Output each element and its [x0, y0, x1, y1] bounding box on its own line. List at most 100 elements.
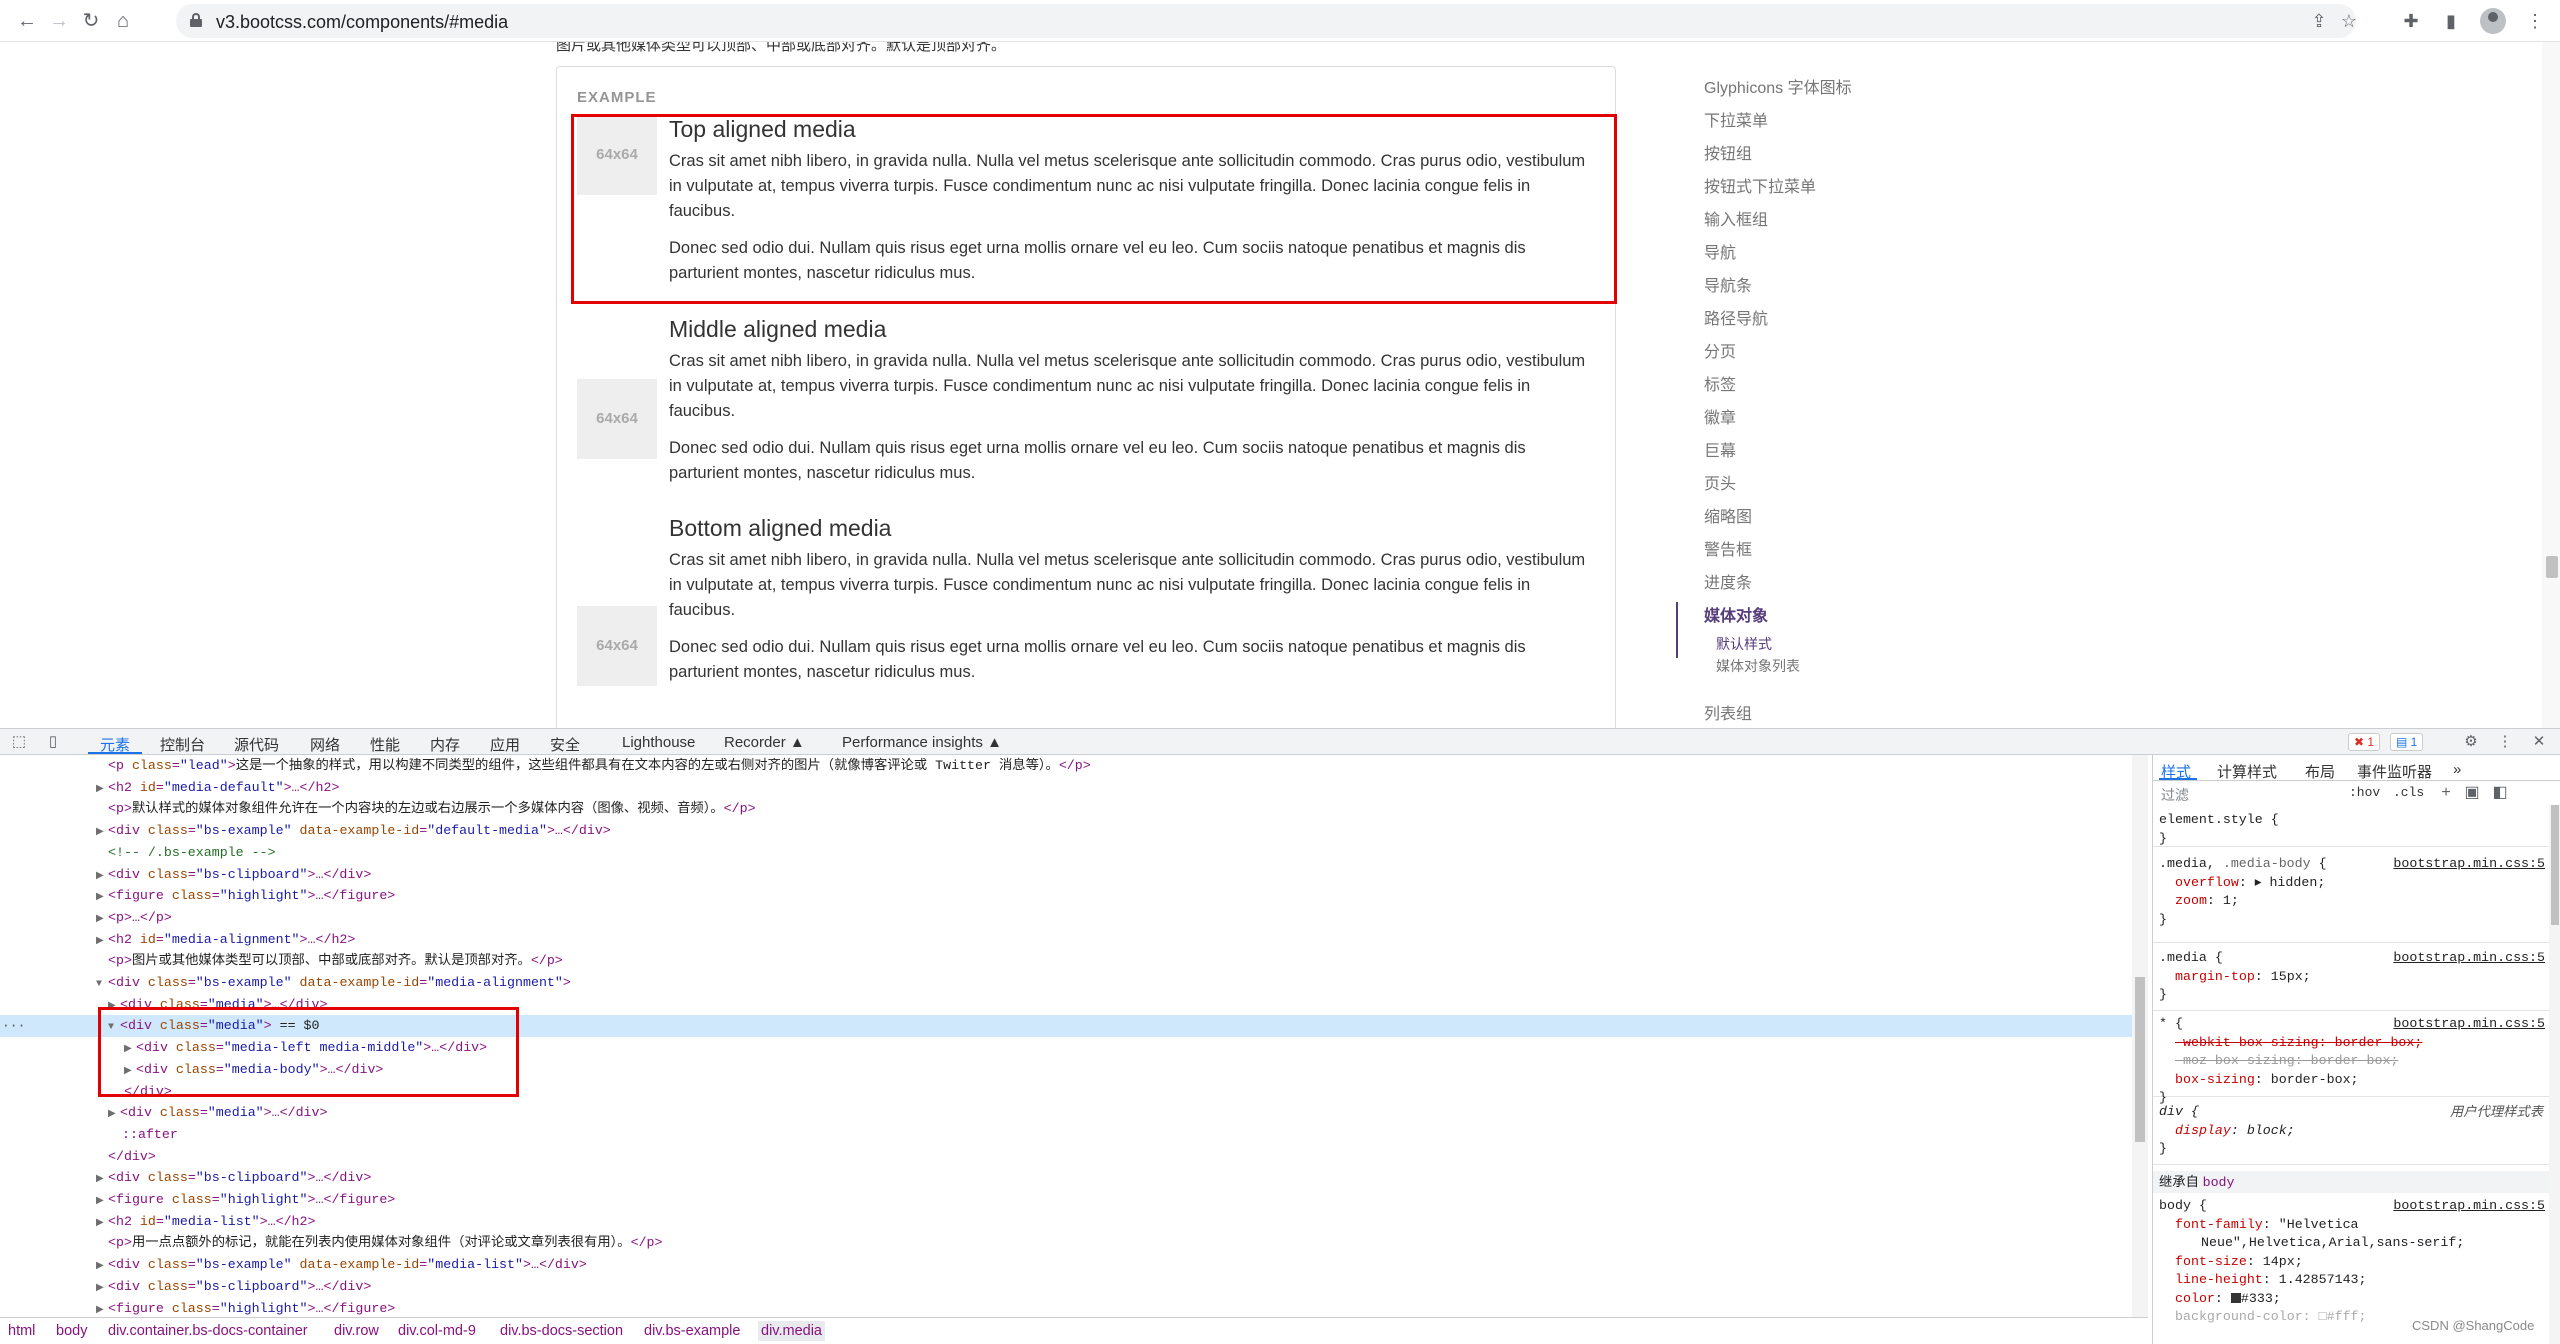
styles-scrollbar[interactable]: [2549, 805, 2560, 1344]
scrollbar-thumb[interactable]: [2546, 556, 2558, 578]
breadcrumb-item-selected[interactable]: div.media: [758, 1321, 825, 1341]
dom-line[interactable]: ▶ <figure class="highlight">…</figure>: [0, 1189, 2132, 1211]
sidebar-toggle-icon[interactable]: ◧: [2489, 781, 2511, 805]
sidenav-item[interactable]: 分页: [1704, 338, 1736, 362]
breadcrumb-item[interactable]: div.row: [334, 1323, 379, 1339]
tab-event-listeners[interactable]: 事件监听器: [2357, 761, 2432, 782]
sidenav-item[interactable]: 巨幕: [1704, 437, 1736, 461]
dom-line[interactable]: ▼ <div class="bs-example" data-example-id…: [0, 972, 2132, 994]
tab-security[interactable]: 安全: [550, 734, 580, 755]
star-icon[interactable]: ☆: [2334, 6, 2364, 36]
inspect-icon[interactable]: ⬚: [8, 731, 30, 753]
sidenav-item[interactable]: 按钮式下拉菜单: [1704, 173, 1816, 197]
dom-line[interactable]: <!-- /.bs-example -->: [0, 842, 2132, 864]
scrollbar-thumb[interactable]: [2135, 977, 2145, 1142]
url-text[interactable]: v3.bootcss.com/components/#media: [216, 12, 508, 33]
breadcrumb-item[interactable]: div.bs-example: [644, 1323, 740, 1339]
sidenav-item[interactable]: 按钮组: [1704, 140, 1752, 164]
dom-line[interactable]: ▶ <div class="bs-example" data-example-id…: [0, 820, 2132, 842]
back-icon[interactable]: ←: [12, 6, 42, 36]
sidenav-item[interactable]: 缩略图: [1704, 503, 1752, 527]
dom-line[interactable]: ▶ <figure class="highlight">…</figure>: [0, 885, 2132, 907]
inherited-element[interactable]: body: [2203, 1175, 2235, 1190]
sidenav-item[interactable]: Glyphicons 字体图标: [1704, 74, 1852, 98]
breadcrumb-item[interactable]: div.container.bs-docs-container: [108, 1323, 308, 1339]
tab-recorder[interactable]: Recorder ▲: [724, 734, 805, 751]
dom-line[interactable]: <p>默认样式的媒体对象组件允许在一个内容块的左边或右边展示一个多媒体内容（图像…: [0, 798, 2132, 820]
breadcrumb-item[interactable]: html: [8, 1323, 35, 1339]
dom-line[interactable]: <p class="lead">这是一个抽象的样式，用以构建不同类型的组件，这些…: [0, 755, 2132, 777]
sidenav-item[interactable]: 路径导航: [1704, 305, 1768, 329]
style-rule[interactable]: .media, .media-body {bootstrap.min.css:5…: [2153, 855, 2549, 943]
sidenav-subitem[interactable]: 默认样式: [1716, 634, 1772, 654]
page-scrollbar[interactable]: [2542, 42, 2560, 728]
share-icon[interactable]: ⇪: [2304, 6, 2334, 36]
device-toggle-icon[interactable]: ▯: [42, 731, 64, 753]
breadcrumb-item[interactable]: body: [56, 1323, 87, 1339]
message-count-badge[interactable]: ▤ 1: [2390, 733, 2424, 751]
style-rule[interactable]: * {bootstrap.min.css:5 -webkit-box-sizin…: [2153, 1015, 2549, 1105]
forward-icon[interactable]: →: [44, 6, 74, 36]
sidenav-item[interactable]: 进度条: [1704, 569, 1752, 593]
reload-icon[interactable]: ↻: [76, 6, 106, 36]
dom-line[interactable]: ▶ <div class="bs-example" data-example-id…: [0, 1254, 2132, 1276]
dom-line[interactable]: <p>用一点点额外的标记，就能在列表内使用媒体对象组件（对评论或文章列表很有用）…: [0, 1232, 2132, 1254]
tab-console[interactable]: 控制台: [160, 734, 205, 755]
dom-line[interactable]: <p>图片或其他媒体类型可以顶部、中部或底部对齐。默认是顶部对齐。</p>: [0, 950, 2132, 972]
more-options-icon[interactable]: ⋮: [2494, 731, 2516, 753]
sidenav-item[interactable]: 列表组: [1704, 700, 1752, 724]
tab-more[interactable]: »: [2453, 761, 2461, 778]
dom-line[interactable]: ::after: [0, 1124, 2132, 1146]
tab-performance[interactable]: 性能: [370, 734, 400, 755]
dom-line[interactable]: </div>: [0, 1146, 2132, 1168]
dom-line[interactable]: ▶ <figure class="highlight">…</figure>: [0, 1298, 2132, 1318]
more-dots-icon[interactable]: ···: [2, 1015, 25, 1037]
style-rule[interactable]: .media {bootstrap.min.css:5 margin-top: …: [2153, 949, 2549, 1011]
tab-sources[interactable]: 源代码: [234, 734, 279, 755]
sidenav-item[interactable]: 下拉菜单: [1704, 107, 1768, 131]
home-icon[interactable]: ⌂: [108, 6, 138, 36]
extensions-icon[interactable]: ✚: [2396, 6, 2426, 36]
sidenav-subitem[interactable]: 媒体对象列表: [1716, 656, 1800, 676]
sidenav-item[interactable]: 输入框组: [1704, 206, 1768, 230]
gear-icon[interactable]: ⚙: [2460, 731, 2482, 753]
sidenav-item-active[interactable]: 媒体对象: [1704, 602, 1768, 626]
sidenav-item[interactable]: 徽章: [1704, 404, 1736, 428]
error-count-badge[interactable]: ✖ 1: [2348, 733, 2381, 751]
dom-line[interactable]: ▶ <div class="bs-clipboard">…</div>: [0, 1167, 2132, 1189]
dom-line[interactable]: ▶ <h2 id="media-list">…</h2>: [0, 1211, 2132, 1233]
styles-filter-input[interactable]: 过滤: [2161, 785, 2189, 805]
dom-line[interactable]: ▶ <h2 id="media-alignment">…</h2>: [0, 929, 2132, 951]
dom-line[interactable]: ▶ <div class="bs-clipboard">…</div>: [0, 1276, 2132, 1298]
new-rule-icon[interactable]: +: [2435, 781, 2457, 805]
sidenav-item[interactable]: 页头: [1704, 470, 1736, 494]
address-bar[interactable]: v3.bootcss.com/components/#media ⇪ ☆: [176, 4, 2357, 38]
cls-toggle[interactable]: .cls: [2393, 785, 2424, 800]
sidenav-item[interactable]: 导航: [1704, 239, 1736, 263]
scrollbar-thumb[interactable]: [2551, 805, 2559, 925]
tab-lighthouse[interactable]: Lighthouse: [622, 734, 695, 751]
dom-line[interactable]: ▶ <h2 id="media-default">…</h2>: [0, 777, 2132, 799]
tab-layout[interactable]: 布局: [2305, 761, 2335, 782]
avatar[interactable]: [2480, 8, 2506, 34]
menu-icon[interactable]: ⋮: [2520, 6, 2550, 36]
tab-memory[interactable]: 内存: [430, 734, 460, 755]
close-icon[interactable]: ✕: [2528, 731, 2550, 753]
elements-scrollbar[interactable]: [2132, 755, 2148, 1317]
paint-icon[interactable]: ▣: [2461, 781, 2483, 805]
dom-line[interactable]: ▶ <div class="media">…</div>: [0, 1102, 2132, 1124]
sidenav-item[interactable]: 警告框: [1704, 536, 1752, 560]
sidepanel-icon[interactable]: ▮: [2436, 6, 2466, 36]
dom-line[interactable]: ▶ <div class="bs-clipboard">…</div>: [0, 864, 2132, 886]
dom-line[interactable]: ▶ <p>…</p>: [0, 907, 2132, 929]
breadcrumb-item[interactable]: div.col-md-9: [398, 1323, 476, 1339]
style-rule[interactable]: element.style {}: [2153, 811, 2549, 847]
tab-network[interactable]: 网络: [310, 734, 340, 755]
sidenav-item[interactable]: 标签: [1704, 371, 1736, 395]
tab-application[interactable]: 应用: [490, 734, 520, 755]
breadcrumb-item[interactable]: div.bs-docs-section: [500, 1323, 623, 1339]
tab-performance-insights[interactable]: Performance insights ▲: [842, 734, 1002, 751]
hov-toggle[interactable]: :hov: [2349, 785, 2380, 800]
sidenav-item[interactable]: 导航条: [1704, 272, 1752, 296]
tab-computed[interactable]: 计算样式: [2217, 761, 2277, 782]
